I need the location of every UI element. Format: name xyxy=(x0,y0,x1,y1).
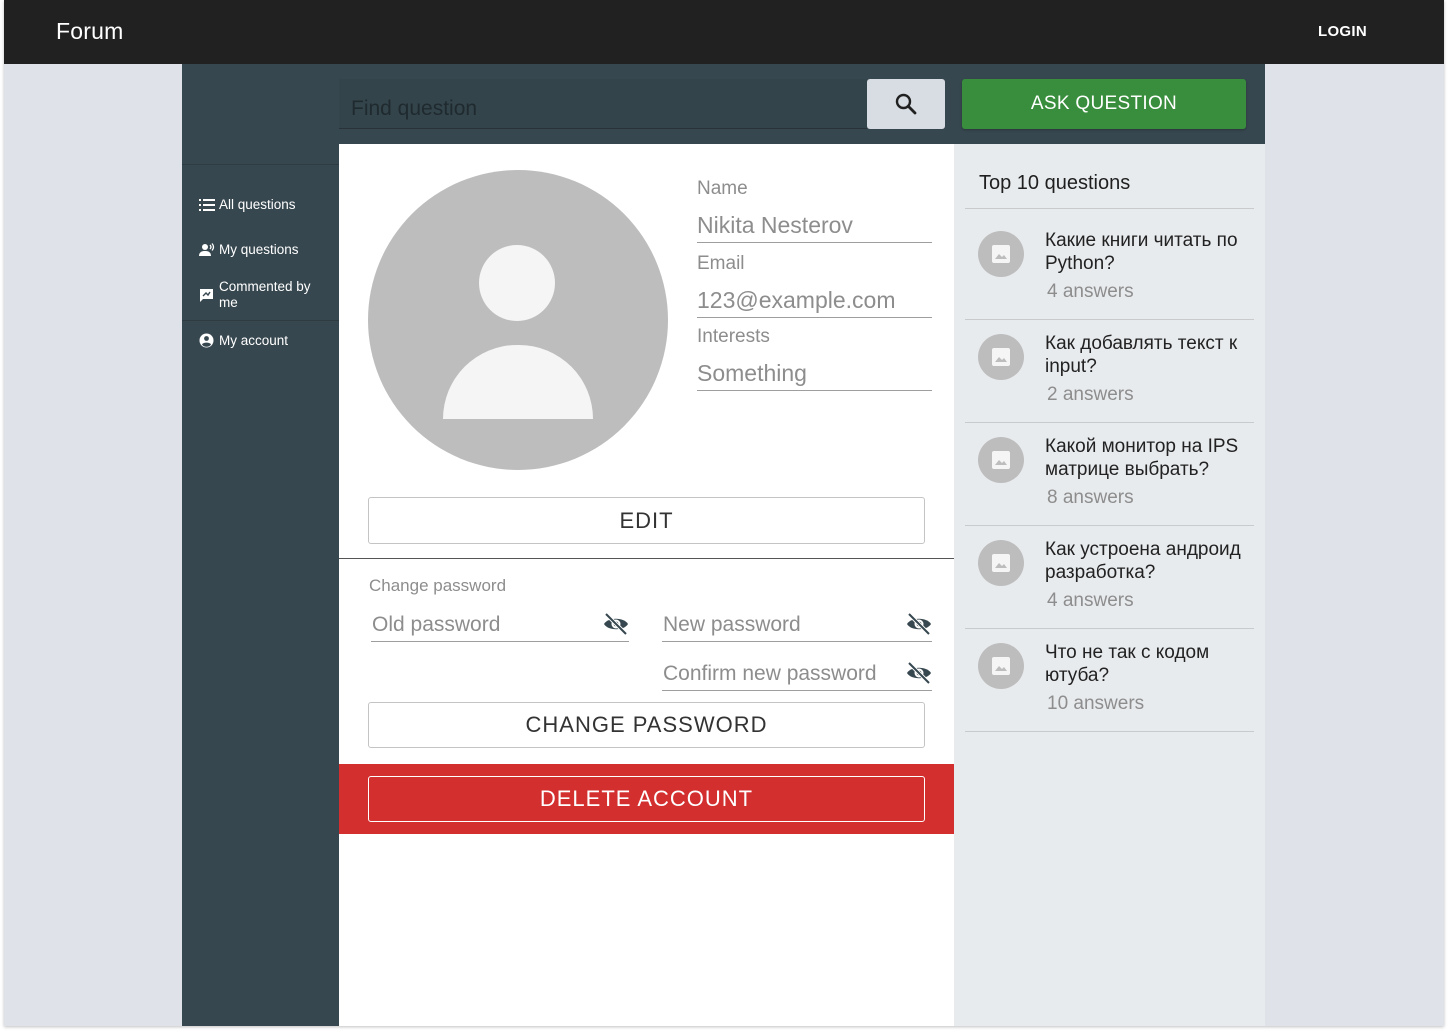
avatar[interactable] xyxy=(368,170,668,470)
sidebar: All questions My questions Commented by … xyxy=(182,64,339,1026)
answer-count: 8 answers xyxy=(1047,487,1134,508)
list-item[interactable]: Как устроена андроид разработка? 4 answe… xyxy=(965,528,1254,631)
old-password-placeholder: Old password xyxy=(372,613,501,636)
answer-count: 4 answers xyxy=(1047,281,1134,302)
image-placeholder-icon xyxy=(978,231,1024,277)
question-title: Как добавлять текст к input? xyxy=(1045,333,1238,377)
change-password-title: Change password xyxy=(369,576,507,595)
name-field: Nikita Nesterov xyxy=(697,212,932,243)
avatar-body-shape xyxy=(443,345,593,419)
list-item[interactable]: Какие книги читать по Python? 4 answers xyxy=(965,219,1254,322)
search-button[interactable] xyxy=(867,79,945,129)
list-divider xyxy=(965,628,1254,629)
image-placeholder-icon xyxy=(978,643,1024,689)
edit-button[interactable]: EDIT xyxy=(368,497,925,544)
list-divider xyxy=(965,422,1254,423)
question-title: Какие книги читать по Python? xyxy=(1045,230,1238,274)
top-questions-title: Top 10 questions xyxy=(979,172,1131,194)
sidebar-item-my-account[interactable]: My account xyxy=(198,332,329,349)
answer-count: 4 answers xyxy=(1047,590,1134,611)
login-button[interactable]: LOGIN xyxy=(1318,23,1367,40)
visibility-off-icon[interactable] xyxy=(603,612,629,641)
sidebar-item-all-questions[interactable]: All questions xyxy=(198,196,329,213)
section-divider xyxy=(339,558,954,559)
image-placeholder-icon xyxy=(978,437,1024,483)
new-password-placeholder: New password xyxy=(663,613,801,636)
list-item[interactable]: Какой монитор на IPS матрице выбрать? 8 … xyxy=(965,425,1254,528)
question-title: Как устроена андроид разработка? xyxy=(1045,539,1241,583)
visibility-off-icon[interactable] xyxy=(906,661,932,690)
answer-count: 2 answers xyxy=(1047,384,1134,405)
sidebar-divider xyxy=(182,164,339,165)
avatar-head-shape xyxy=(479,245,555,321)
list-divider xyxy=(965,731,1254,732)
list-item[interactable]: Что не так с кодом ютуба? 10 answers xyxy=(965,631,1254,734)
account-circle-icon xyxy=(198,332,215,349)
search-input[interactable] xyxy=(339,79,867,129)
top-questions-panel: Top 10 questions Какие книги читать по P… xyxy=(954,144,1265,1026)
image-placeholder-icon xyxy=(978,334,1024,380)
sidebar-divider xyxy=(182,320,339,321)
confirm-password-placeholder: Confirm new password xyxy=(663,662,877,685)
sidebar-item-commented[interactable]: Commented by me xyxy=(198,279,329,311)
email-field: 123@example.com xyxy=(697,287,932,318)
sidebar-item-label: All questions xyxy=(219,196,296,212)
list-item[interactable]: Как добавлять текст к input? 2 answers xyxy=(965,322,1254,425)
sidebar-item-label: My questions xyxy=(219,241,299,257)
name-label: Name xyxy=(697,178,748,199)
old-password-field[interactable]: Old password xyxy=(371,610,629,642)
interests-label: Interests xyxy=(697,326,770,347)
top-app-bar: Forum LOGIN xyxy=(4,0,1444,64)
search-icon xyxy=(895,93,917,115)
list-icon xyxy=(198,196,215,213)
new-password-field[interactable]: New password xyxy=(662,610,932,642)
person-voice-icon xyxy=(198,241,215,258)
app-window: Forum LOGIN All questions My questions C… xyxy=(4,0,1444,1026)
visibility-off-icon[interactable] xyxy=(906,612,932,641)
app-title: Forum xyxy=(56,18,124,44)
image-placeholder-icon xyxy=(978,540,1024,586)
comment-icon xyxy=(198,287,215,304)
question-title: Какой монитор на IPS матрице выбрать? xyxy=(1045,436,1239,480)
confirm-password-field[interactable]: Confirm new password xyxy=(662,659,932,691)
ask-question-button[interactable]: ASK QUESTION xyxy=(962,79,1246,129)
list-divider xyxy=(965,319,1254,320)
answer-count: 10 answers xyxy=(1047,693,1145,714)
interests-field: Something xyxy=(697,360,932,391)
list-divider xyxy=(965,208,1254,209)
delete-account-button[interactable]: DELETE ACCOUNT xyxy=(368,776,925,822)
danger-zone: DELETE ACCOUNT xyxy=(339,764,954,834)
sidebar-item-label: My account xyxy=(219,332,289,348)
list-divider xyxy=(965,525,1254,526)
sidebar-item-my-questions[interactable]: My questions xyxy=(198,241,329,258)
question-title: Что не так с кодом ютуба? xyxy=(1045,642,1210,686)
account-panel: Name Nikita Nesterov Email 123@example.c… xyxy=(339,144,954,1026)
email-label: Email xyxy=(697,253,745,274)
change-password-button[interactable]: CHANGE PASSWORD xyxy=(368,702,925,748)
sidebar-item-label: Commented by me xyxy=(219,279,311,310)
